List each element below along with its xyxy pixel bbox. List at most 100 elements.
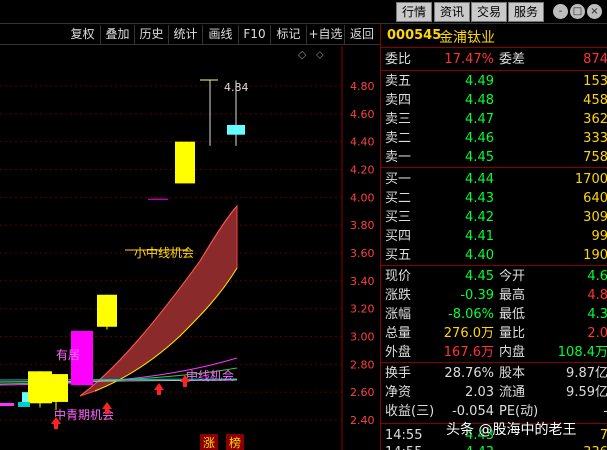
stat-label: 外盘 xyxy=(385,345,412,360)
fundamental-label: 净资 xyxy=(385,385,412,400)
history-button[interactable]: 历史 xyxy=(135,25,169,44)
bid-label: 买五 xyxy=(385,248,412,263)
bid-row[interactable]: 买二 4.43 640 xyxy=(381,189,607,208)
stat-label: 量比 xyxy=(499,326,526,341)
bid-row[interactable]: 买三 4.42 309 xyxy=(381,208,607,227)
mid-chance-label: 小中线机会 xyxy=(134,245,194,260)
y-tick-label: 2.60 xyxy=(350,386,375,399)
bid-volume: 190 xyxy=(583,248,607,263)
back-button[interactable]: 返回 xyxy=(345,25,379,44)
ask-price: 4.46 xyxy=(465,131,494,146)
ask-volume: 333 xyxy=(583,131,607,146)
fundamental-row: 净资 2.03 流通 9.59亿 xyxy=(381,383,607,402)
weibi-value: 17.47% xyxy=(444,52,494,67)
stat-value: -8.06% xyxy=(448,307,494,322)
bid-price: 4.41 xyxy=(465,229,494,244)
candle-body[interactable] xyxy=(148,198,168,200)
chart-settings-icon[interactable]: ◇ xyxy=(298,48,307,61)
ask-label: 卖五 xyxy=(385,74,412,89)
add-favorite-button[interactable]: +自选 xyxy=(307,25,345,44)
stock-name: 金浦钛业 xyxy=(439,30,495,46)
stat-value: 4.45 xyxy=(465,269,494,284)
bid-price: 4.42 xyxy=(465,210,494,225)
y-tick-label: 4.80 xyxy=(350,80,375,93)
ask-row[interactable]: 卖四 4.48 458 xyxy=(381,91,607,110)
bid-row[interactable]: 买四 4.41 99 xyxy=(381,227,607,246)
overlay-button[interactable]: 叠加 xyxy=(101,25,135,44)
chart-more-icon[interactable]: ⬦ xyxy=(316,48,324,61)
chart-toolbar: 复权 叠加 历史 统计 画线 F10 标记 +自选 返回 xyxy=(0,24,380,45)
close-icon[interactable]: × xyxy=(587,4,602,19)
candle-body[interactable] xyxy=(175,141,195,184)
bid-label: 买三 xyxy=(385,210,412,225)
ask-row[interactable]: 卖三 4.47 362 xyxy=(381,110,607,129)
y-axis: 4.80 4.60 4.40 4.20 4.00 3.80 3.60 3.40 3.20 3.00… xyxy=(350,80,375,427)
stat-row: 现价 4.45 今开 4.6 xyxy=(381,267,607,286)
candle-body[interactable] xyxy=(97,294,117,327)
stat-row: 外盘 167.6万 内盘 108.4万 xyxy=(381,343,607,362)
y-tick-label: 4.20 xyxy=(350,164,375,177)
ask-volume: 458 xyxy=(583,93,607,108)
ask-row[interactable]: 卖一 4.45 758 xyxy=(381,148,607,167)
stat-row: 总量 276.0万 量比 2.0 xyxy=(381,324,607,343)
ask-row[interactable]: 卖五 4.49 153 xyxy=(381,72,607,91)
mark-button[interactable]: 标记 xyxy=(271,25,307,44)
ask-price: 4.45 xyxy=(465,150,494,165)
stat-label: 现价 xyxy=(385,269,412,284)
nav-market-button[interactable]: 行情 xyxy=(396,2,433,22)
stat-value: 167.6万 xyxy=(443,345,494,360)
ask-volume: 153 xyxy=(583,74,607,89)
candle-body[interactable] xyxy=(227,124,245,135)
draw-line-button[interactable]: 画线 xyxy=(203,25,239,44)
maximize-icon[interactable]: □ xyxy=(570,4,585,19)
kline-chart[interactable]: ◇ ⬦ 4.80 4.60 4.40 4.20 4.00 3.80 3.60 3.40 3.20… xyxy=(0,46,380,450)
y-tick-label: 3.60 xyxy=(350,247,375,260)
nav-trade-button[interactable]: 交易 xyxy=(471,2,508,22)
y-tick-label: 4.40 xyxy=(350,136,375,149)
bid-volume: 1700 xyxy=(574,172,607,187)
weicha-value: 874 xyxy=(583,52,607,67)
watermark-text: 头条 @股海中的老王 xyxy=(446,422,577,438)
fundamental-label: 股本 xyxy=(499,366,526,381)
stat-value: 4.3 xyxy=(587,307,607,322)
ask-price: 4.47 xyxy=(465,112,494,127)
bid-row[interactable]: 买一 4.44 1700 xyxy=(381,170,607,189)
tick-price: 4.43 xyxy=(465,443,494,450)
bid-volume: 99 xyxy=(591,229,607,244)
f10-button[interactable]: F10 xyxy=(239,25,271,44)
candle-body[interactable] xyxy=(44,374,68,402)
stat-value: 108.4万 xyxy=(557,345,607,360)
stat-label: 涨幅 xyxy=(385,307,412,322)
restore-rights-button[interactable]: 复权 xyxy=(65,25,101,44)
up-arrow-icon xyxy=(154,383,164,395)
stat-label: 总量 xyxy=(385,326,412,341)
nav-service-button[interactable]: 服务 xyxy=(508,2,545,22)
y-tick-label: 3.40 xyxy=(350,275,375,288)
quote-panel: 000545 金浦钛业 委比 17.47% 委差 874 卖五 4.49 153 卖四… xyxy=(380,24,607,450)
fundamental-value: 9.59亿 xyxy=(566,385,607,400)
statistics-button[interactable]: 统计 xyxy=(169,25,203,44)
fundamental-value: 28.76% xyxy=(444,366,494,381)
y-tick-label: 3.80 xyxy=(350,219,375,232)
stat-label: 今开 xyxy=(499,269,526,284)
y-tick-label: 3.20 xyxy=(350,303,375,316)
stock-code: 000545 xyxy=(387,28,442,43)
nav-news-button[interactable]: 资讯 xyxy=(434,2,471,22)
stat-value: 276.0万 xyxy=(443,326,494,341)
bid-row[interactable]: 买五 4.40 190 xyxy=(381,246,607,265)
bid-label: 买四 xyxy=(385,229,412,244)
ask-price: 4.48 xyxy=(465,93,494,108)
stat-value: 4.8 xyxy=(587,288,607,303)
stat-row: 涨幅 -8.06% 最低 4.3 xyxy=(381,305,607,324)
fundamental-value: - xyxy=(603,402,607,421)
tick-row[interactable]: 14:55 4.43 336 xyxy=(381,443,607,450)
fundamental-label: 换手 xyxy=(385,366,412,381)
minimize-icon[interactable]: - xyxy=(553,4,568,19)
ask-row[interactable]: 卖二 4.46 333 xyxy=(381,129,607,148)
fundamental-label: 流通 xyxy=(499,385,526,400)
bid-volume: 309 xyxy=(583,210,607,225)
y-tick-label: 4.60 xyxy=(350,108,375,121)
fundamental-row: 换手 28.76% 股本 9.87亿 xyxy=(381,364,607,383)
window-top-bar: 行情 资讯 交易 服务 - □ × xyxy=(0,0,607,24)
bid-label: 买二 xyxy=(385,191,412,206)
